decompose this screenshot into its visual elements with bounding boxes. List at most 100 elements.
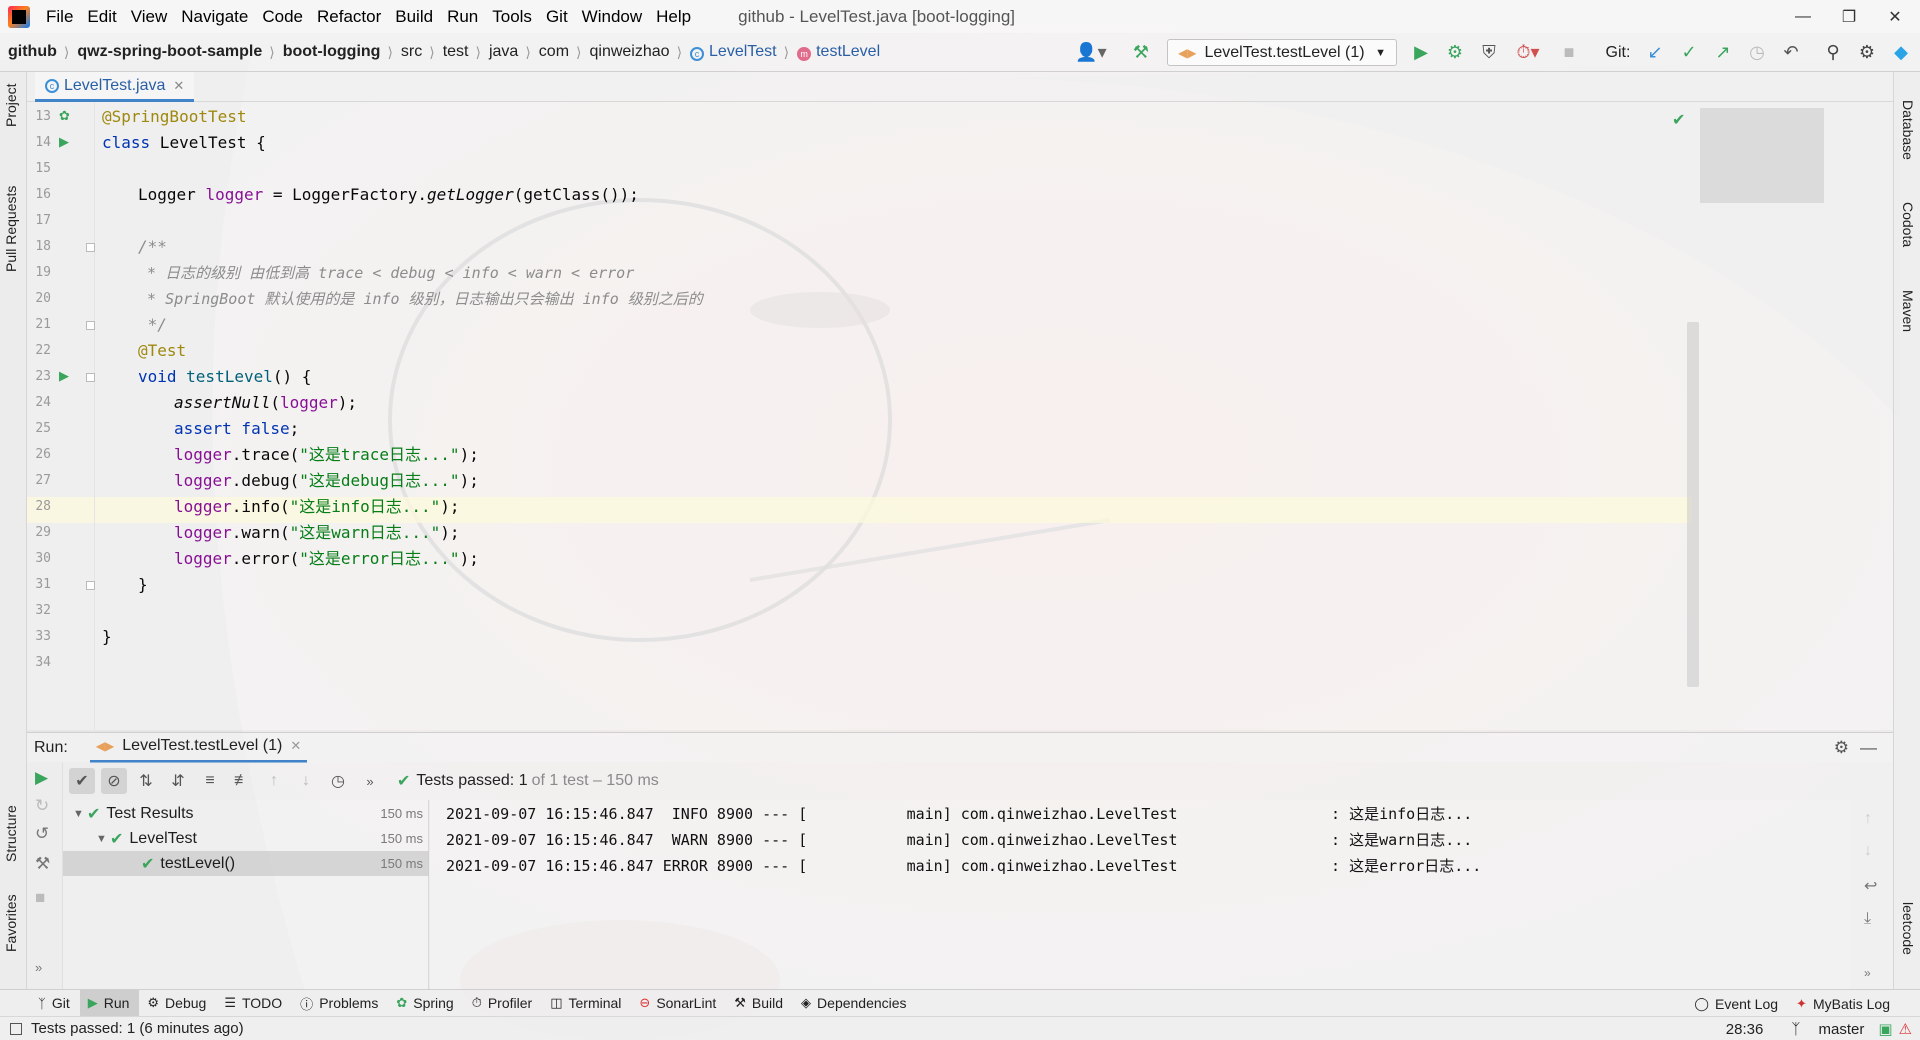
run-class-gutter-icon[interactable]: ▶ (59, 134, 69, 150)
codota-status-icon[interactable]: ▣ (1878, 1020, 1892, 1038)
close-window-button[interactable]: ✕ (1872, 0, 1918, 33)
collapse-all-icon[interactable]: ≢ (229, 768, 255, 794)
tool-sonarlint[interactable]: ⊖ SonarLint (631, 990, 726, 1017)
tool-terminal[interactable]: ◫ Terminal (542, 990, 631, 1017)
tool-spring[interactable]: ✿ Spring (388, 990, 463, 1017)
menu-tools[interactable]: Tools (485, 0, 539, 33)
menu-build[interactable]: Build (388, 0, 440, 33)
rerun-failed-icon[interactable]: ↻ (35, 796, 49, 816)
menu-view[interactable]: View (124, 0, 175, 33)
build-hammer-icon[interactable]: ⚒ (1126, 33, 1156, 72)
restore-window-button[interactable]: ❐ (1826, 0, 1872, 33)
breadcrumb-project[interactable]: qwz-spring-boot-sample (69, 43, 265, 61)
menu-refactor[interactable]: Refactor (310, 0, 388, 33)
test-history-icon[interactable]: ◷ (325, 768, 351, 794)
breadcrumb-com[interactable]: com (531, 43, 572, 61)
tool-todo[interactable]: ☰ TODO (216, 990, 292, 1017)
search-icon[interactable]: ⚲ (1818, 33, 1848, 72)
run-method-gutter-icon[interactable]: ▶ (59, 368, 69, 384)
toggle-tool-windows-icon[interactable] (10, 1022, 22, 1035)
status-message[interactable]: Tests passed: 1 (6 minutes ago) (31, 1020, 244, 1037)
soft-wrap-icon[interactable]: ↩ (1864, 876, 1877, 896)
breadcrumb-module[interactable]: boot-logging (275, 43, 384, 61)
sort-by-duration-icon[interactable]: ⇵ (165, 768, 191, 794)
hide-panel-icon[interactable]: — (1860, 738, 1877, 758)
more-icon[interactable]: » (1864, 966, 1871, 980)
fold-marker[interactable] (86, 581, 95, 590)
fold-marker[interactable] (86, 321, 95, 330)
tree-node-testlevel[interactable]: ✔ testLevel() 150 ms (63, 851, 429, 876)
maven-tool-tab[interactable]: Maven (1900, 290, 1916, 332)
tool-event-log[interactable]: ◯ Event Log (1686, 990, 1788, 1017)
scroll-down-icon[interactable]: ↓ (1864, 842, 1872, 860)
structure-tool-tab[interactable]: Structure (3, 805, 19, 862)
git-branch-widget[interactable]: ᛉ master (1777, 1021, 1864, 1038)
breadcrumb-test[interactable]: test (435, 43, 472, 61)
run-settings-gear-icon[interactable]: ⚙ (1834, 738, 1849, 758)
rollback-icon[interactable]: ↶ (1776, 33, 1806, 72)
fold-marker[interactable] (86, 373, 95, 382)
breadcrumb-package[interactable]: qinweizhao (582, 43, 673, 61)
tool-build[interactable]: ⚒ Build (726, 990, 793, 1017)
run-tab[interactable]: ◀▶ LevelTest.testLevel (1) ✕ (89, 733, 308, 763)
expand-all-icon[interactable]: ≡ (197, 768, 223, 794)
git-update-icon[interactable]: ↙ (1640, 33, 1670, 72)
scroll-to-end-icon[interactable]: ⤓ (1864, 910, 1871, 928)
minimize-window-button[interactable]: — (1780, 0, 1826, 33)
breadcrumb-method[interactable]: m testLevel (789, 43, 883, 61)
caret-position[interactable]: 28:36 (1726, 1021, 1764, 1038)
codota-tool-tab[interactable]: Codota (1900, 202, 1916, 247)
tool-problems[interactable]: ⓘ Problems (292, 990, 388, 1017)
close-tab-icon[interactable]: ✕ (290, 738, 301, 754)
console-output[interactable]: 2021-09-07 16:15:46.847 INFO 8900 --- [ … (430, 800, 1850, 989)
show-ignored-icon[interactable]: ⊘ (101, 768, 127, 794)
toggle-auto-test-icon[interactable]: ↺ (35, 824, 49, 844)
editor-scrollbar[interactable] (1687, 322, 1699, 687)
favorites-tool-tab[interactable]: Favorites (3, 894, 19, 952)
scroll-up-icon[interactable]: ↑ (1864, 810, 1872, 828)
database-tool-tab[interactable]: Database (1900, 100, 1916, 160)
project-tool-tab[interactable]: Project (3, 83, 19, 127)
coverage-icon[interactable]: ⛨ (1474, 33, 1504, 72)
sort-alphabetically-icon[interactable]: ⇅ (133, 768, 159, 794)
settings-gear-icon[interactable]: ⚙ (1852, 33, 1882, 72)
git-commit-icon[interactable]: ✓ (1674, 33, 1704, 72)
pull-requests-tool-tab[interactable]: Pull Requests (3, 186, 19, 272)
tree-node-leveltest[interactable]: ▼ ✔ LevelTest 150 ms (63, 826, 429, 851)
code-minimap[interactable] (1700, 108, 1824, 203)
inspection-ok-icon[interactable]: ✔ (1672, 110, 1685, 130)
next-failed-icon[interactable]: ↓ (293, 768, 319, 794)
menu-git[interactable]: Git (539, 0, 575, 33)
menu-edit[interactable]: Edit (80, 0, 123, 33)
tool-dependencies[interactable]: ◈ Dependencies (793, 990, 917, 1017)
run-icon[interactable]: ▶ (1406, 33, 1436, 72)
profiler-icon[interactable]: ⏱▾ (1508, 33, 1548, 72)
menu-help[interactable]: Help (649, 0, 698, 33)
stop-icon[interactable]: ■ (1556, 33, 1582, 72)
code-editor[interactable]: 13 14 15 16 17 18 19 20 21 22 23 24 25 2… (27, 102, 1893, 730)
debug-bug-icon[interactable]: ⚙ (1440, 33, 1470, 72)
tree-node-test-results[interactable]: ▼ ✔ Test Results 150 ms (63, 801, 429, 826)
wrench-icon[interactable]: ⚒ (35, 854, 50, 874)
editor-tab-leveltest[interactable]: c LevelTest.java ✕ (35, 72, 195, 102)
menu-navigate[interactable]: Navigate (174, 0, 255, 33)
tool-git[interactable]: ᛉ Git (30, 990, 80, 1017)
previous-failed-icon[interactable]: ↑ (261, 768, 287, 794)
git-push-icon[interactable]: ↗ (1708, 33, 1738, 72)
more-icon[interactable]: » (357, 768, 383, 794)
leetcode-tool-tab[interactable]: leetcode (1900, 902, 1916, 955)
error-notifications-icon[interactable]: ⚠ (1899, 1020, 1912, 1038)
user-accounts-icon[interactable]: 👤▾ (1074, 33, 1108, 72)
tool-run[interactable]: ▶ Run (79, 989, 140, 1017)
run-configuration-select[interactable]: ◀▶ LevelTest.testLevel (1) ▼ (1167, 39, 1397, 66)
tool-mybatis-log[interactable]: ✦ MyBatis Log (1788, 990, 1900, 1017)
close-tab-icon[interactable]: ✕ (173, 78, 184, 94)
menu-file[interactable]: File (39, 0, 80, 33)
fold-marker[interactable] (86, 243, 95, 252)
breadcrumb-github[interactable]: github (0, 43, 60, 61)
git-history-icon[interactable]: ◷ (1742, 33, 1772, 72)
menu-window[interactable]: Window (575, 0, 649, 33)
toolbox-icon[interactable]: ◆ (1886, 33, 1916, 72)
tool-debug[interactable]: ⚙ Debug (139, 990, 216, 1017)
rerun-icon[interactable]: ▶ (35, 768, 48, 788)
